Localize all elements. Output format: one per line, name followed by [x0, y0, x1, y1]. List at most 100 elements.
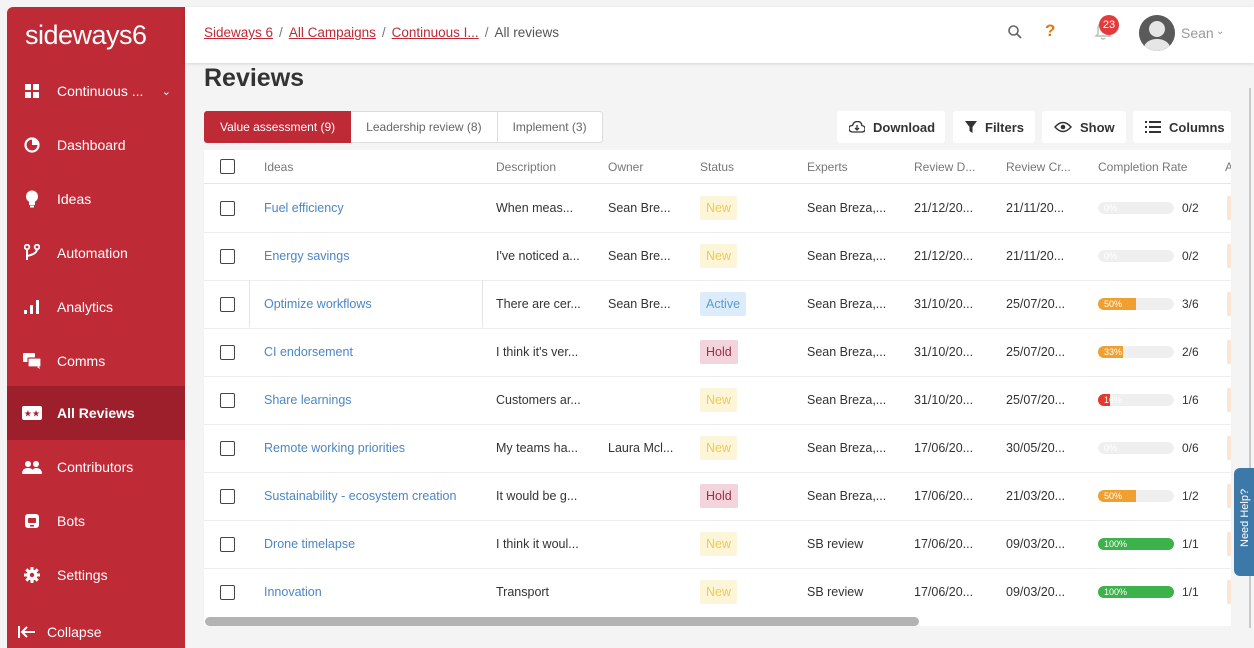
review-deadline-cell: 21/12/20... — [914, 249, 974, 263]
idea-link[interactable]: Optimize workflows — [264, 280, 372, 328]
column-header-truncated[interactable]: A — [1225, 150, 1231, 183]
table-row[interactable]: Optimize workflows There are cer... Sean B… — [204, 280, 1231, 329]
idea-link[interactable]: Sustainability - ecosystem creation — [264, 472, 456, 520]
truncated-column-cell — [1227, 244, 1231, 268]
sidebar-item-ideas[interactable]: Ideas — [7, 172, 185, 226]
row-checkbox[interactable] — [220, 472, 235, 520]
breadcrumb-link-home[interactable]: Sideways 6 — [204, 25, 273, 40]
table-row[interactable]: Fuel efficiency When meas... Sean Bre... Ne… — [204, 184, 1231, 233]
checkbox[interactable] — [220, 488, 235, 504]
help-icon[interactable]: ? — [1045, 21, 1055, 41]
checkbox[interactable] — [220, 159, 235, 174]
tab-implement[interactable]: Implement (3) — [497, 111, 603, 143]
checkbox[interactable] — [220, 392, 235, 408]
search-icon[interactable] — [1007, 24, 1023, 45]
checkbox[interactable] — [220, 248, 235, 264]
breadcrumb-link-campaigns[interactable]: All Campaigns — [289, 25, 376, 40]
owner-cell: Sean Bre... — [608, 201, 671, 215]
horizontal-scrollbar-thumb[interactable] — [205, 617, 919, 626]
row-checkbox[interactable] — [220, 424, 235, 472]
completion-fraction: 0/2 — [1182, 201, 1199, 215]
row-checkbox[interactable] — [220, 520, 235, 568]
progress-bar: 33% — [1098, 346, 1174, 358]
completion-rate-cell: 0% 0/2 — [1098, 232, 1199, 280]
sidebar-item-all-reviews[interactable]: ★★ All Reviews — [7, 386, 185, 440]
row-checkbox[interactable] — [220, 232, 235, 280]
checkbox[interactable] — [220, 536, 235, 552]
column-header-completion-rate[interactable]: Completion Rate — [1098, 150, 1187, 183]
checkbox[interactable] — [220, 296, 235, 312]
column-header-status[interactable]: Status — [700, 150, 734, 183]
column-header-review-deadline[interactable]: Review D... — [914, 150, 975, 183]
truncated-column-cell — [1227, 484, 1231, 508]
sidebar-item-comms[interactable]: Comms — [7, 334, 185, 388]
status-cell: Active — [700, 280, 747, 328]
sidebar-item-contributors[interactable]: Contributors — [7, 440, 185, 494]
row-checkbox[interactable] — [220, 328, 235, 376]
checkbox[interactable] — [220, 344, 235, 360]
table-row[interactable]: Share learnings Customers ar... New Sean Br… — [204, 376, 1231, 425]
status-badge: New — [700, 244, 738, 268]
row-checkbox[interactable] — [220, 280, 235, 328]
top-bar: Sideways 6 / All Campaigns / Continuous I...… — [185, 7, 1254, 63]
sidebar-collapse[interactable]: Collapse — [7, 607, 185, 648]
column-header-description[interactable]: Description — [496, 150, 556, 183]
table-row[interactable]: Remote working priorities My teams ha... L… — [204, 424, 1231, 473]
status-badge: New — [700, 388, 738, 412]
column-header-review-created[interactable]: Review Cr... — [1006, 150, 1071, 183]
chevron-down-icon[interactable]: ⌄ — [1216, 26, 1224, 37]
idea-link[interactable]: Share learnings — [264, 376, 352, 424]
bot-icon — [22, 511, 42, 531]
progress-bar: 0% — [1098, 250, 1174, 262]
column-header-ideas[interactable]: Ideas — [264, 150, 293, 183]
sidebar-item-automation[interactable]: Automation — [7, 226, 185, 280]
tab-value-assessment[interactable]: Value assessment (9) — [204, 111, 352, 143]
table-row[interactable]: Sustainability - ecosystem creation It wo… — [204, 472, 1231, 521]
idea-link[interactable]: CI endorsement — [264, 328, 353, 376]
column-header-experts[interactable]: Experts — [807, 150, 848, 183]
user-name[interactable]: Sean — [1181, 25, 1214, 41]
idea-link[interactable]: Innovation — [264, 568, 322, 616]
idea-link[interactable]: Energy savings — [264, 232, 349, 280]
chevron-down-icon: ⌄ — [161, 85, 171, 98]
checkbox[interactable] — [220, 440, 235, 456]
table-row[interactable]: Innovation Transport New SB review 17/06/20.… — [204, 568, 1231, 616]
row-checkbox[interactable] — [220, 184, 235, 232]
checkbox[interactable] — [220, 584, 235, 600]
status-badge: New — [700, 196, 738, 220]
checkbox[interactable] — [220, 200, 235, 216]
sidebar-item-bots[interactable]: Bots — [7, 494, 185, 548]
idea-link[interactable]: Remote working priorities — [264, 424, 405, 472]
breadcrumb-link-campaign[interactable]: Continuous I... — [392, 25, 479, 40]
row-checkbox[interactable] — [220, 376, 235, 424]
avatar[interactable] — [1139, 15, 1175, 51]
sidebar-item-label: Automation — [57, 245, 128, 261]
completion-fraction: 0/2 — [1182, 249, 1199, 263]
sidebar-item-analytics[interactable]: Analytics — [7, 280, 185, 334]
truncated-column-cell — [1227, 196, 1231, 220]
idea-link[interactable]: Fuel efficiency — [264, 184, 344, 232]
filters-button[interactable]: Filters — [953, 111, 1035, 143]
app-logo[interactable]: sideways6 — [7, 7, 185, 63]
columns-button[interactable]: Columns — [1133, 111, 1231, 143]
table-row[interactable]: Drone timelapse I think it woul... New SB r… — [204, 520, 1231, 569]
tab-leadership-review[interactable]: Leadership review (8) — [351, 111, 498, 143]
status-cell: New — [700, 376, 738, 424]
progress-bar: 100% — [1098, 538, 1174, 550]
select-all-checkbox[interactable] — [220, 150, 235, 183]
completion-rate-cell: 0% 0/6 — [1098, 424, 1199, 472]
sidebar-item-settings[interactable]: Settings — [7, 548, 185, 602]
table-row[interactable]: Energy savings I've noticed a... Sean Bre.… — [204, 232, 1231, 281]
row-checkbox[interactable] — [220, 568, 235, 616]
show-button[interactable]: Show — [1042, 111, 1126, 143]
sidebar-item-dashboard[interactable]: Dashboard — [7, 118, 185, 172]
grid-icon — [22, 81, 42, 101]
need-help-widget[interactable]: Need Help? — [1234, 468, 1254, 576]
idea-link[interactable]: Drone timelapse — [264, 520, 355, 568]
column-header-owner[interactable]: Owner — [608, 150, 643, 183]
table-row[interactable]: CI endorsement I think it's ver... Hold Sea… — [204, 328, 1231, 377]
sidebar-item-campaign[interactable]: Continuous ... ⌄ — [7, 64, 185, 118]
columns-label: Columns — [1169, 119, 1225, 135]
list-icon — [1145, 121, 1161, 133]
download-button[interactable]: Download — [837, 111, 945, 143]
